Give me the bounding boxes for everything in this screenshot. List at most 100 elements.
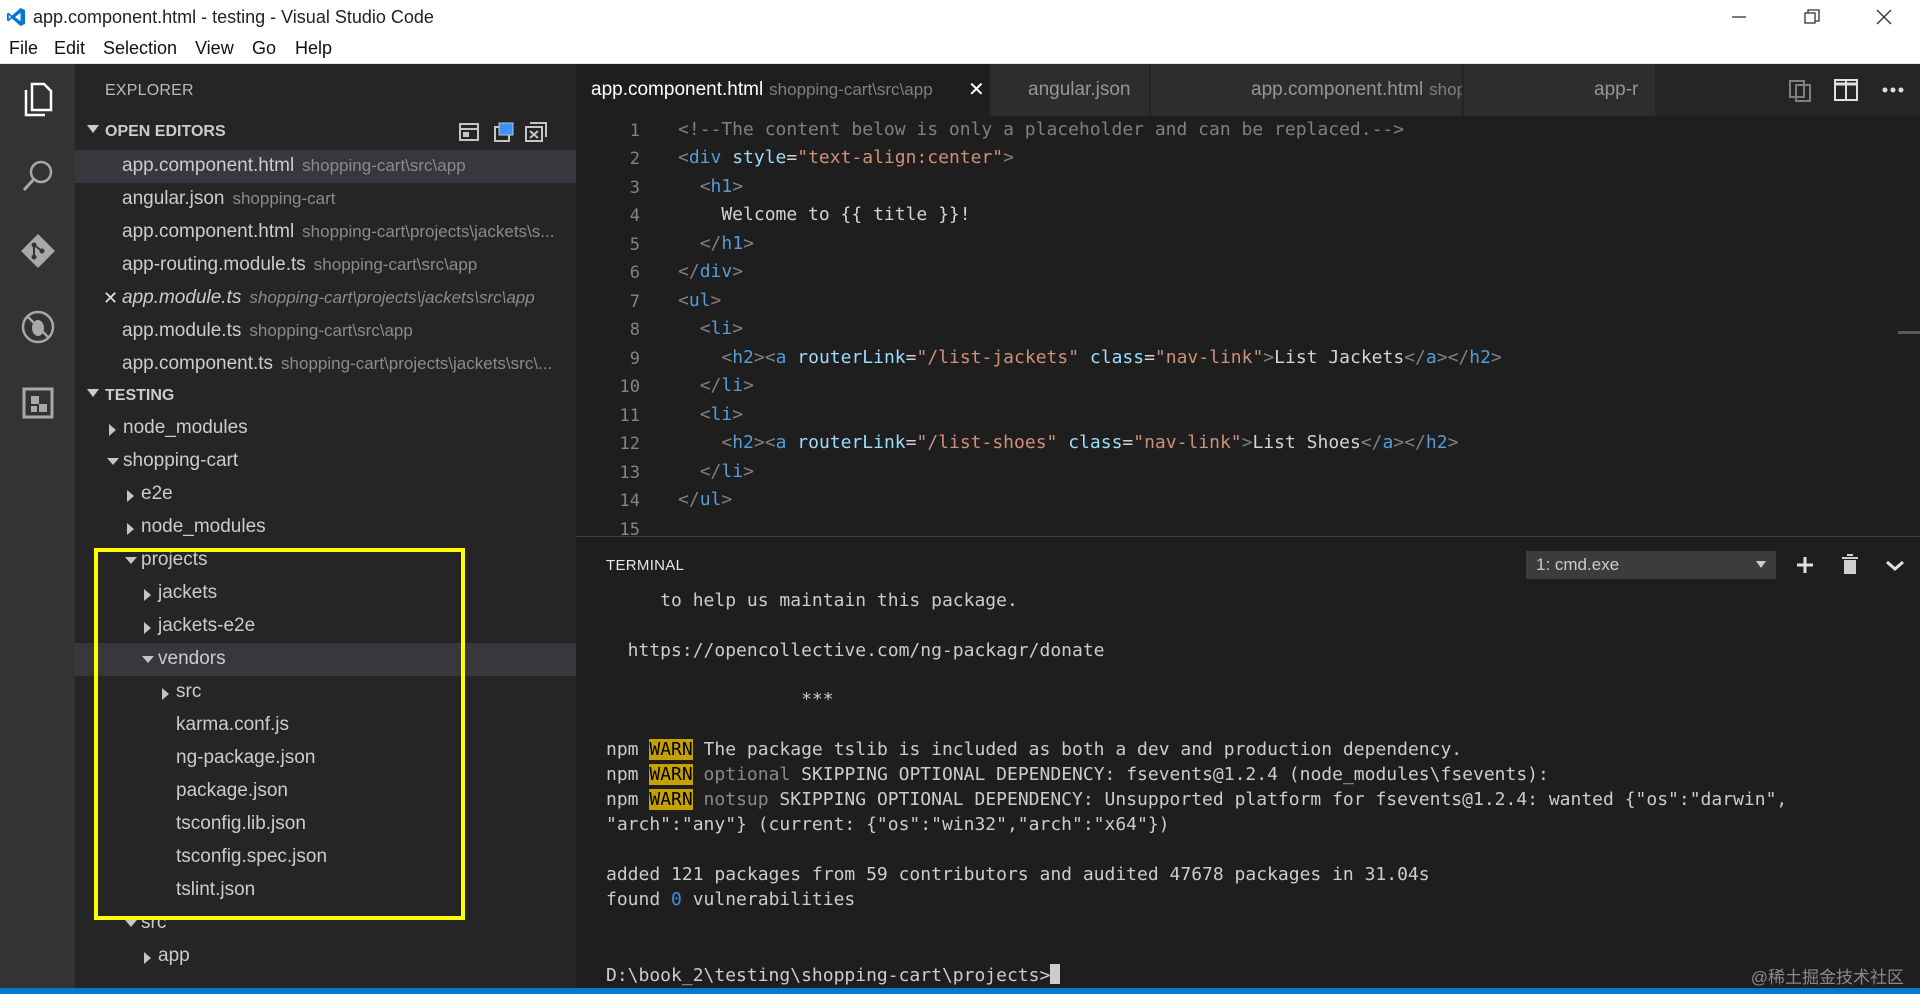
extensions-icon: [22, 387, 53, 419]
title-bar: app.component.html - testing - Visual St…: [0, 0, 1920, 34]
tree-item-file[interactable]: karma.conf.js: [75, 709, 576, 742]
minimize-button[interactable]: [1710, 0, 1768, 34]
open-editor-item[interactable]: app-routing.module.ts shopping-cart\src\a…: [75, 249, 576, 282]
tab-app-routing[interactable]: app-r: [1464, 64, 1656, 116]
tab-app-component-html-jackets[interactable]: app.component.html shopping-cart\projects…: [1151, 64, 1463, 116]
chevron-right-icon: [144, 952, 151, 964]
explorer-sidebar: EXPLORER OPEN EDITORS app.component.html…: [75, 64, 576, 988]
tab-app-component-html[interactable]: app.component.html shopping-cart\src\app …: [576, 64, 990, 116]
open-editor-path: shopping-cart\src\app: [249, 321, 413, 340]
warn-badge: WARN: [649, 764, 693, 785]
open-changes-icon[interactable]: [1786, 77, 1814, 103]
tree-item-folder[interactable]: e2e: [75, 478, 576, 511]
activity-source-control[interactable]: [0, 216, 75, 286]
save-all-icon[interactable]: [491, 121, 515, 143]
terminal-tab[interactable]: TERMINAL: [606, 557, 684, 574]
line-number: 5: [629, 235, 640, 255]
tree-item-file[interactable]: tslint.json: [75, 874, 576, 907]
terminal-prompt[interactable]: D:\book_2\testing\shopping-cart\projects…: [606, 964, 1061, 986]
tree-item-folder[interactable]: node_modules: [75, 511, 576, 544]
open-editor-name: angular.json: [122, 188, 225, 209]
trash-icon[interactable]: [1836, 551, 1864, 579]
tree-item-folder[interactable]: jackets-e2e: [75, 610, 576, 643]
tree-item-folder[interactable]: node_modules: [75, 412, 576, 445]
tab-label: app.component.html: [591, 79, 764, 100]
chevron-down-icon[interactable]: [1881, 551, 1909, 579]
tree-item-folder[interactable]: src: [75, 676, 576, 709]
open-editor-item-modified[interactable]: ✕ app.module.ts shopping-cart\projects\ja…: [75, 282, 576, 315]
chevron-down-icon: [125, 557, 137, 564]
terminal-line: to help us maintain this package.: [606, 590, 1018, 611]
watermark: @稀土掘金技术社区: [1750, 968, 1904, 987]
line-number: 14: [619, 491, 640, 511]
activity-search[interactable]: [0, 141, 75, 211]
tree-item-label: vendors: [158, 648, 226, 669]
folder-title: TESTING: [105, 387, 175, 404]
tree-item-file[interactable]: package.json: [75, 775, 576, 808]
tree-item-folder[interactable]: jackets: [75, 577, 576, 610]
close-all-icon[interactable]: [524, 121, 548, 143]
terminal-line: https://opencollective.com/ng-packagr/do…: [606, 640, 1105, 661]
open-editor-item[interactable]: angular.json shopping-cart: [75, 183, 576, 216]
tab-angular-json[interactable]: angular.json: [991, 64, 1150, 116]
code-line: Welcome to {{ title }}!: [678, 204, 971, 225]
chevron-down-icon: [125, 920, 137, 927]
terminal-line: added 121 packages from 59 contributors …: [606, 864, 1430, 885]
tree-item-label: package.json: [176, 780, 288, 801]
tree-item-file[interactable]: tsconfig.lib.json: [75, 808, 576, 841]
menu-go[interactable]: Go: [252, 38, 276, 59]
open-editor-name: app.component.html: [122, 221, 295, 242]
tree-item-label: e2e: [141, 483, 173, 504]
line-number: 15: [619, 520, 640, 536]
more-actions-icon[interactable]: [1879, 77, 1907, 103]
chevron-right-icon: [127, 523, 134, 535]
code-editor[interactable]: 1 2 3 4 5 6 7 8 9 10 11 12 13 14 15 <!--…: [576, 116, 1920, 536]
chevron-right-icon: [144, 622, 151, 634]
code-line: <li>: [699, 404, 744, 425]
activity-bar: [0, 64, 75, 988]
open-editor-name: app.module.ts: [122, 287, 242, 308]
status-bar: [0, 988, 1920, 994]
split-editor-icon[interactable]: [1832, 77, 1860, 103]
open-editor-item[interactable]: app.component.ts shopping-cart\projects\j…: [75, 348, 576, 381]
line-number: 4: [629, 206, 640, 226]
open-editor-item[interactable]: app.component.html shopping-cart\src\app: [75, 150, 576, 183]
menu-edit[interactable]: Edit: [54, 38, 85, 59]
open-editors-header[interactable]: OPEN EDITORS: [75, 117, 576, 147]
tab-label: app.component.html: [1251, 79, 1424, 100]
restore-button[interactable]: [1783, 0, 1841, 34]
tree-item-folder[interactable]: projects: [75, 544, 576, 577]
code-line: <h2><a routerLink="/list-shoes" class="n…: [721, 432, 1459, 453]
close-editor-icon[interactable]: ✕: [103, 288, 118, 309]
activity-debug[interactable]: [0, 292, 75, 362]
folder-header[interactable]: TESTING: [75, 381, 576, 411]
tree-item-label: src: [176, 681, 202, 702]
terminal-shell-select[interactable]: 1: cmd.exe: [1526, 551, 1776, 579]
new-terminal-icon[interactable]: [1791, 551, 1819, 579]
tree-item-file[interactable]: tsconfig.spec.json: [75, 841, 576, 874]
tree-item-folder[interactable]: app: [75, 940, 576, 973]
line-number: 7: [629, 292, 640, 312]
tree-item-label: ng-package.json: [176, 747, 316, 768]
open-editor-item[interactable]: app.component.html shopping-cart\projects…: [75, 216, 576, 249]
menu-view[interactable]: View: [195, 38, 234, 59]
git-icon: [20, 234, 55, 268]
tree-item-folder-selected[interactable]: vendors: [75, 643, 576, 676]
close-window-button[interactable]: [1855, 0, 1913, 34]
menu-selection[interactable]: Selection: [103, 38, 177, 59]
tree-item-folder[interactable]: src: [75, 907, 576, 940]
tree-item-label: jackets: [158, 582, 218, 603]
tree-item-label: app: [158, 945, 190, 966]
menu-help[interactable]: Help: [295, 38, 332, 59]
window-title: app.component.html - testing - Visual St…: [33, 7, 434, 27]
close-icon[interactable]: ✕: [968, 77, 985, 102]
open-editors-title: OPEN EDITORS: [105, 123, 226, 140]
activity-explorer[interactable]: [0, 64, 75, 134]
tree-item-file[interactable]: ng-package.json: [75, 742, 576, 775]
new-untitled-file-icon[interactable]: [458, 121, 482, 143]
tree-item-folder[interactable]: shopping-cart: [75, 445, 576, 478]
activity-extensions[interactable]: [0, 368, 75, 438]
menu-bar: File Edit Selection View Go Help: [0, 34, 1920, 64]
menu-file[interactable]: File: [9, 38, 38, 59]
open-editor-item[interactable]: app.module.ts shopping-cart\src\app: [75, 315, 576, 348]
